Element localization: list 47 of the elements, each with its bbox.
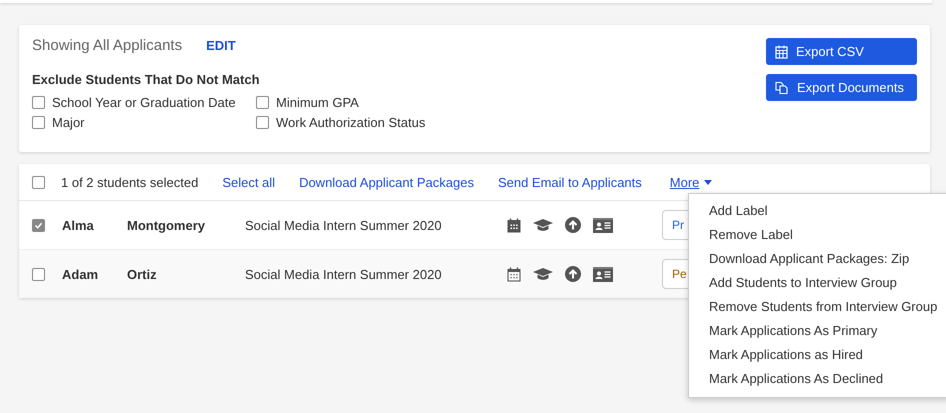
menu-item[interactable]: Mark Applications as Hired: [689, 343, 946, 367]
section-heading: Exclude Students That Do Not Match: [32, 72, 261, 87]
selection-count: 1 of 2 students selected: [61, 174, 198, 190]
job-title: Social Media Intern Summer 2020: [245, 266, 443, 282]
graduation-cap-icon[interactable]: [533, 218, 553, 232]
checkbox-label: Major: [52, 115, 85, 130]
menu-item[interactable]: Remove Label: [689, 223, 946, 247]
checkbox[interactable]: [32, 96, 45, 109]
edit-link[interactable]: EDIT: [206, 38, 236, 53]
export-button[interactable]: Export Documents: [766, 74, 917, 101]
id-card-icon[interactable]: [593, 266, 613, 282]
checkbox-label: School Year or Graduation Date: [52, 95, 236, 110]
row-checkbox[interactable]: [32, 218, 45, 232]
last-name: Montgomery: [127, 218, 206, 232]
action-link[interactable]: Send Email to Applicants: [498, 174, 642, 190]
export-button[interactable]: Export CSV: [766, 38, 917, 65]
checkbox[interactable]: [32, 116, 45, 129]
filter-title: Showing All Applicants: [32, 37, 182, 54]
graduation-cap-icon[interactable]: [533, 268, 553, 280]
action-link[interactable]: Select all: [222, 174, 276, 190]
select-all-checkbox[interactable]: [32, 176, 45, 188]
last-name: Ortiz: [127, 266, 158, 282]
menu-item[interactable]: Mark Applications As Declined: [689, 367, 946, 391]
check-icon: [34, 220, 43, 230]
documents-icon: [775, 80, 789, 94]
menu-item[interactable]: Remove Students from Interview Group: [689, 295, 946, 319]
menu-item[interactable]: Add Label: [689, 199, 946, 223]
checkbox-label: Work Authorization Status: [276, 115, 426, 130]
first-name: Alma: [62, 218, 95, 232]
calendar-icon: [775, 44, 788, 58]
upload-icon[interactable]: [565, 217, 581, 233]
caret-icon: [704, 180, 712, 184]
checkbox[interactable]: [256, 116, 269, 129]
calendar-icon[interactable]: [507, 266, 521, 282]
checkbox[interactable]: [256, 96, 269, 109]
menu-item[interactable]: Mark Applications As Primary: [689, 319, 946, 343]
id-card-icon[interactable]: [593, 218, 613, 232]
more-dropdown[interactable]: More: [670, 174, 712, 190]
calendar-icon[interactable]: [507, 218, 521, 232]
job-title: Social Media Intern Summer 2020: [245, 218, 443, 232]
checkbox-label: Minimum GPA: [276, 95, 359, 110]
action-link[interactable]: Download Applicant Packages: [299, 174, 474, 190]
upload-icon[interactable]: [565, 266, 581, 282]
menu-item[interactable]: Add Students to Interview Group: [689, 271, 946, 295]
row-checkbox[interactable]: [32, 268, 45, 280]
first-name: Adam: [62, 266, 100, 282]
menu-item[interactable]: Download Applicant Packages: Zip: [689, 247, 946, 271]
